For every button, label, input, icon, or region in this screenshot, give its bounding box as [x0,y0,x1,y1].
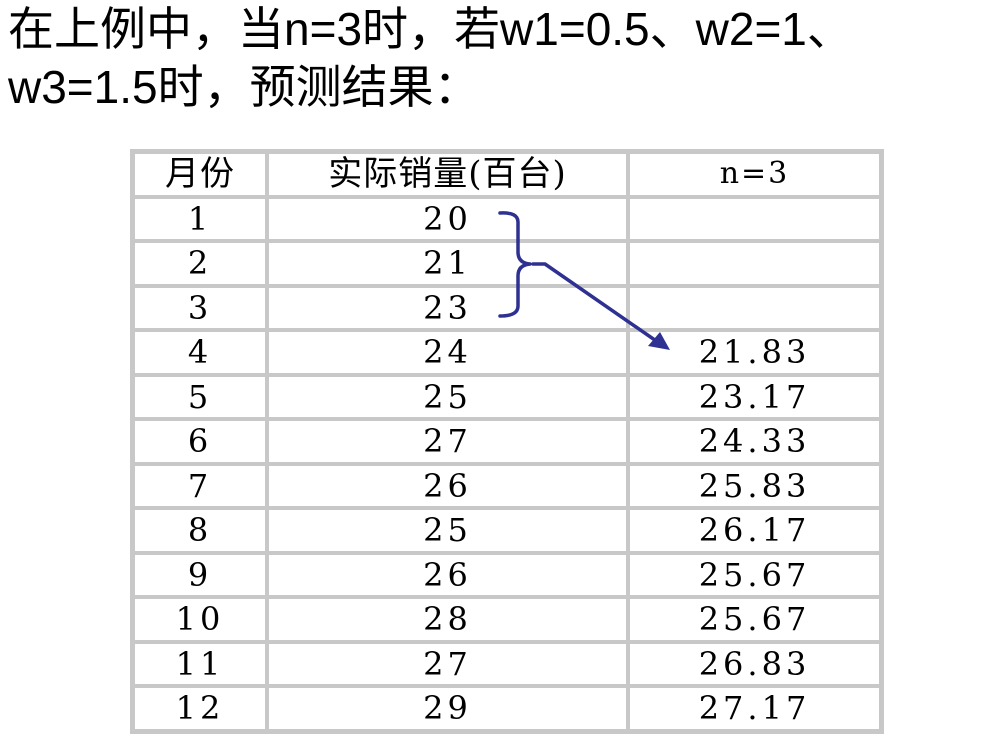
table-row: 3 23 [133,285,881,330]
table-row: 2 21 [133,241,881,286]
forecast-cell: 26.17 [628,508,881,553]
forecast-cell: 21.83 [628,330,881,375]
sales-cell: 25 [267,374,628,419]
sales-cell: 23 [267,285,628,330]
month-cell: 6 [133,419,267,464]
month-cell: 8 [133,508,267,553]
table-row: 7 26 25.83 [133,463,881,508]
month-cell: 10 [133,597,267,642]
header-forecast: n=3 [628,152,881,197]
heading-line-1: 在上例中，当n=3时，若w1=0.5、w2=1、 [8,3,853,55]
sales-cell: 20 [267,196,628,241]
table-row: 5 25 23.17 [133,374,881,419]
sales-cell: 26 [267,463,628,508]
table-header-row: 月份 实际销量(百台) n=3 [133,152,881,197]
month-cell: 4 [133,330,267,375]
header-actual-sales: 实际销量(百台) [267,152,628,197]
table-row: 10 28 25.67 [133,597,881,642]
table-row: 11 27 26.83 [133,641,881,686]
sales-cell: 27 [267,419,628,464]
table-row: 6 27 24.33 [133,419,881,464]
forecast-cell [628,285,881,330]
forecast-cell: 25.67 [628,552,881,597]
month-cell: 2 [133,241,267,286]
month-cell: 11 [133,641,267,686]
sales-forecast-table: 月份 实际销量(百台) n=3 1 20 2 21 3 23 4 24 21.8… [130,149,884,734]
month-cell: 7 [133,463,267,508]
forecast-cell [628,241,881,286]
table-row: 8 25 26.17 [133,508,881,553]
slide: 在上例中，当n=3时，若w1=0.5、w2=1、 w3=1.5时，预测结果： 月… [0,0,1001,742]
sales-cell: 27 [267,641,628,686]
sales-cell: 21 [267,241,628,286]
heading-line-2: w3=1.5时，预测结果： [8,61,480,113]
forecast-cell: 25.83 [628,463,881,508]
table-row: 9 26 25.67 [133,552,881,597]
table-row: 4 24 21.83 [133,330,881,375]
forecast-cell: 24.33 [628,419,881,464]
month-cell: 9 [133,552,267,597]
forecast-cell: 26.83 [628,641,881,686]
slide-heading: 在上例中，当n=3时，若w1=0.5、w2=1、 w3=1.5时，预测结果： [8,0,998,116]
table-row: 12 29 27.17 [133,686,881,731]
forecast-cell: 23.17 [628,374,881,419]
table-row: 1 20 [133,196,881,241]
sales-cell: 29 [267,686,628,731]
month-cell: 3 [133,285,267,330]
header-month: 月份 [133,152,267,197]
sales-cell: 28 [267,597,628,642]
month-cell: 5 [133,374,267,419]
sales-cell: 25 [267,508,628,553]
sales-cell: 24 [267,330,628,375]
forecast-cell: 27.17 [628,686,881,731]
forecast-cell: 25.67 [628,597,881,642]
month-cell: 1 [133,196,267,241]
month-cell: 12 [133,686,267,731]
sales-cell: 26 [267,552,628,597]
forecast-cell [628,196,881,241]
